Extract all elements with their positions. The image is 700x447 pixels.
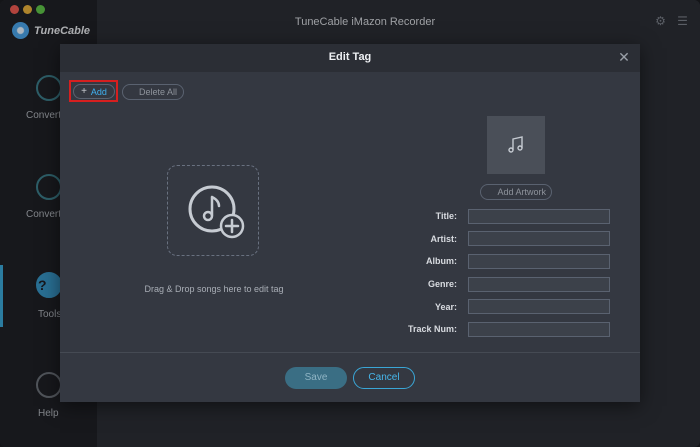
genre-field[interactable]	[468, 277, 610, 292]
divider	[60, 352, 640, 353]
add-music-icon	[188, 185, 245, 239]
cancel-button[interactable]: Cancel	[353, 367, 415, 389]
plus-icon: +	[81, 85, 87, 97]
title-field[interactable]	[468, 209, 610, 224]
artwork-placeholder	[487, 116, 545, 174]
music-note-icon	[508, 136, 523, 153]
close-icon[interactable]: ✕	[617, 50, 631, 64]
add-artwork-label: Add Artwork	[497, 187, 546, 197]
add-button[interactable]: + Add	[73, 84, 115, 99]
album-field[interactable]	[468, 254, 610, 269]
dialog-title: Edit Tag	[328, 51, 372, 63]
year-field[interactable]	[468, 299, 610, 314]
artist-field[interactable]	[468, 231, 610, 246]
edit-tag-dialog: Edit Tag ✕ + Add Delete All Drag & Drop …	[60, 44, 640, 402]
delete-all-label: Delete All	[138, 87, 177, 97]
track-num-label: Track Num:	[407, 324, 457, 334]
year-label: Year:	[434, 302, 457, 312]
delete-all-button[interactable]: Delete All	[122, 84, 184, 100]
album-label: Album:	[426, 256, 457, 266]
drop-zone[interactable]	[167, 165, 259, 256]
genre-label: Genre:	[427, 279, 457, 289]
add-artwork-button[interactable]: Add Artwork	[480, 184, 552, 200]
save-button[interactable]: Save	[285, 367, 347, 389]
artist-label: Artist:	[430, 234, 458, 244]
track-num-field[interactable]	[468, 322, 610, 337]
add-button-label: Add	[90, 86, 107, 97]
title-label: Title:	[435, 211, 457, 221]
drop-instructions: Drag & Drop songs here to edit tag	[144, 284, 284, 294]
